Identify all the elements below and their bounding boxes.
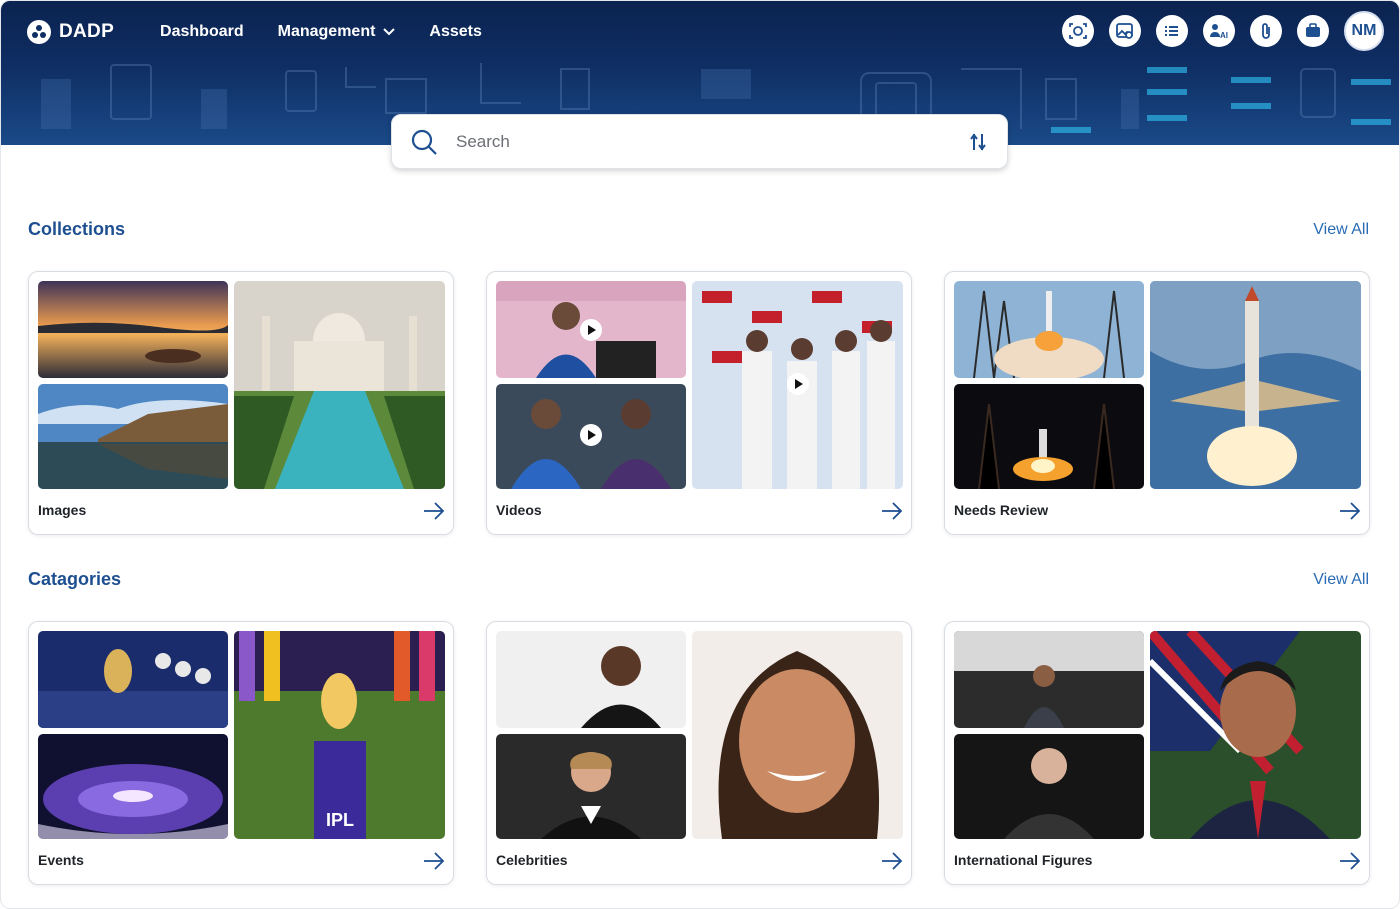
logo-icon: [27, 20, 51, 44]
thumbnail-trophy-display: [38, 631, 228, 728]
thumbnail-world-leader: [1150, 631, 1361, 839]
thumbnail-press-conference: [496, 281, 686, 378]
card-thumbnails: [496, 631, 903, 839]
category-card-events[interactable]: IPL Events: [28, 621, 454, 885]
categories-title: Catagories: [28, 569, 122, 589]
collection-card-needs-review[interactable]: Needs Review: [944, 271, 1370, 535]
thumbnail-ipl-trophy: IPL: [234, 631, 445, 839]
thumbnail-cricket-players: [496, 384, 686, 489]
thumbnail-celebrity-event: [496, 631, 686, 728]
play-icon[interactable]: [580, 319, 602, 341]
arrow-right-icon[interactable]: [1339, 501, 1361, 521]
card-label: Needs Review: [954, 502, 1049, 518]
card-label: Videos: [496, 502, 542, 518]
thumbnail-team-media-wall: [692, 281, 903, 489]
thumbnail-night-launch: [954, 384, 1144, 489]
arrow-right-icon[interactable]: [423, 851, 445, 871]
top-nav: DADP Dashboard Management Assets: [27, 17, 516, 47]
card-thumbnails: IPL: [38, 631, 445, 839]
filter-icon[interactable]: [967, 131, 989, 153]
collection-card-videos[interactable]: Videos: [486, 271, 912, 535]
thumbnail-rocket-closeup: [1150, 281, 1361, 489]
collections-view-all-link[interactable]: View All: [1313, 221, 1369, 239]
play-icon[interactable]: [580, 424, 602, 446]
attachment-icon[interactable]: [1250, 15, 1282, 47]
play-icon[interactable]: [787, 373, 809, 395]
svg-text:AI: AI: [1220, 31, 1228, 40]
thumbnail-red-carpet: [496, 734, 686, 839]
thumbnail-business-leader: [954, 734, 1144, 839]
app-name: DADP: [59, 21, 115, 42]
nav-assets[interactable]: Assets: [429, 23, 481, 41]
thumbnail-tech-keynote: [954, 631, 1144, 728]
face-scan-icon[interactable]: [1062, 15, 1094, 47]
category-card-celebrities[interactable]: Celebrities: [486, 621, 912, 885]
list-icon[interactable]: [1156, 15, 1188, 47]
card-thumbnails: [38, 281, 445, 489]
chevron-down-icon: [383, 28, 396, 36]
category-card-international-figures[interactable]: International Figures: [944, 621, 1370, 885]
card-label: Celebrities: [496, 852, 568, 868]
arrow-right-icon[interactable]: [881, 501, 903, 521]
card-thumbnails: [954, 631, 1361, 839]
arrow-right-icon[interactable]: [423, 501, 445, 521]
search-icon: [411, 129, 437, 155]
arrow-right-icon[interactable]: [1339, 851, 1361, 871]
collections-title: Collections: [28, 219, 126, 239]
card-label: Events: [38, 852, 84, 868]
header-actions: AI NM: [1062, 11, 1384, 51]
avatar[interactable]: NM: [1344, 11, 1384, 51]
thumbnail-fort-lake: [38, 384, 228, 489]
app-frame: DADP Dashboard Management Assets AI NM S…: [0, 0, 1400, 909]
image-search-icon[interactable]: [1109, 15, 1141, 47]
nav-management-label: Management: [277, 23, 376, 40]
categories-view-all-link[interactable]: View All: [1313, 571, 1369, 589]
card-thumbnails: [496, 281, 903, 489]
app-logo[interactable]: DADP: [27, 20, 114, 44]
thumbnail-stadium-night: [38, 734, 228, 839]
card-label: International Figures: [954, 852, 1093, 868]
ai-users-icon[interactable]: AI: [1203, 15, 1235, 47]
search-input[interactable]: [456, 131, 967, 152]
arrow-right-icon[interactable]: [881, 851, 903, 871]
thumbnail-sunset-lake: [38, 281, 228, 378]
nav-dashboard[interactable]: Dashboard: [160, 23, 244, 41]
collection-card-images[interactable]: Images: [28, 271, 454, 535]
thumbnail-rocket-launch-day: [954, 281, 1144, 378]
card-thumbnails: [954, 281, 1361, 489]
card-label: Images: [38, 502, 87, 518]
search-bar: [391, 114, 1008, 169]
thumbnail-taj-mahal: [234, 281, 445, 489]
thumbnail-portrait-smile: [692, 631, 903, 839]
briefcase-icon[interactable]: [1297, 15, 1329, 47]
nav-management[interactable]: Management: [278, 23, 396, 41]
svg-text:IPL: IPL: [326, 810, 354, 830]
